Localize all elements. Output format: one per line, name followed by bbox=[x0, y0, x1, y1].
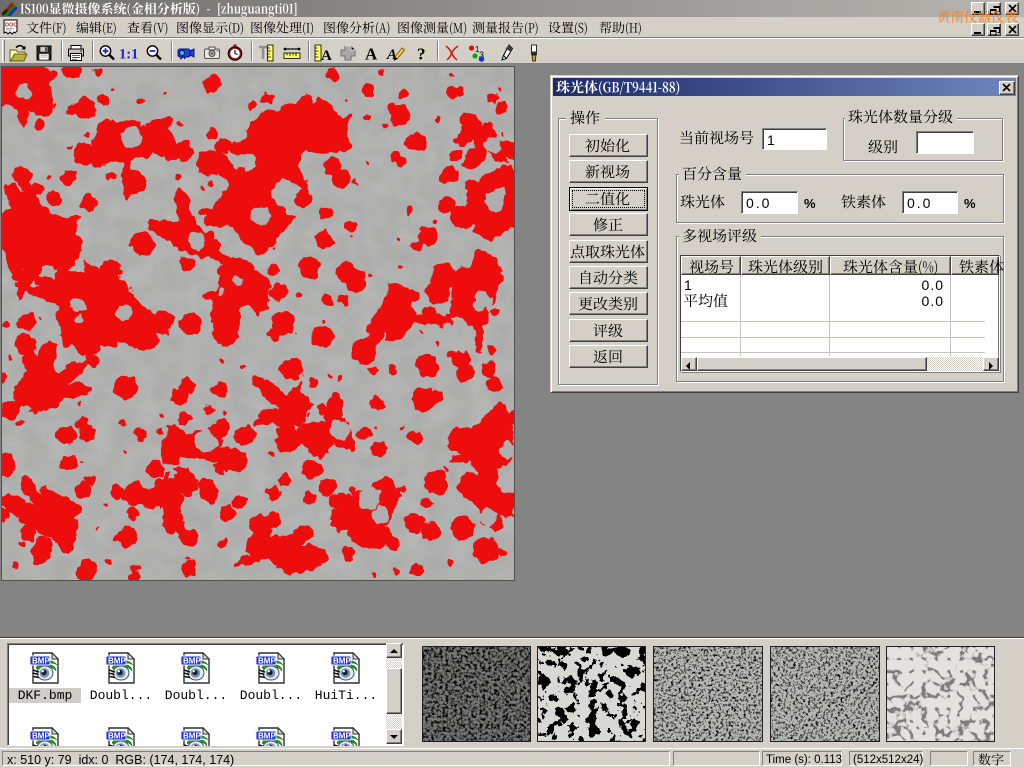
svg-text:A: A bbox=[365, 45, 378, 64]
svg-text:1:1: 1:1 bbox=[119, 47, 138, 63]
svg-text:A: A bbox=[321, 48, 332, 63]
svg-text:A: A bbox=[386, 47, 397, 63]
svg-text:?: ? bbox=[417, 45, 426, 64]
svg-text:DOC: DOC bbox=[5, 23, 17, 29]
